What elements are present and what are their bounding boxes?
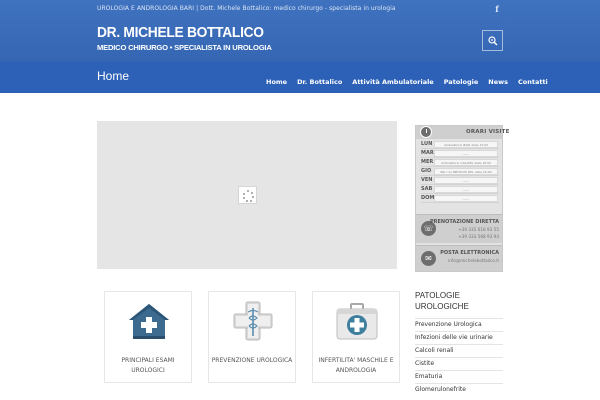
search-icon (488, 36, 498, 46)
sidebar-link[interactable]: Cistite (415, 357, 503, 370)
facebook-icon[interactable]: f (492, 3, 502, 15)
day-slot: ------ (434, 185, 498, 193)
feature-label: PRINCIPALI ESAMI UROLOGICI (121, 357, 175, 374)
image-slider[interactable] (97, 121, 397, 269)
visit-hours-widget: ORARI VISITE LUN Ambulatorio BARI dalle 1… (415, 125, 509, 272)
caduceus-cross-icon (233, 301, 273, 341)
menu-item-news[interactable]: News (488, 78, 508, 86)
email-address[interactable]: info@michelebottalico.it (448, 258, 499, 263)
hours-header: ORARI VISITE (416, 126, 509, 139)
house-medical-icon (129, 304, 169, 339)
phone-number[interactable]: +39 333 568 93 94 (458, 234, 499, 239)
day-slot: ------ (434, 176, 498, 184)
menu-item-dr-bottalico[interactable]: Dr. Bottalico (297, 78, 342, 86)
sidebar-title: PATOLOGIE UROLOGICHE (415, 291, 469, 311)
first-aid-kit-icon (336, 303, 378, 340)
page-title: Home (97, 69, 130, 83)
site-logo[interactable]: DR. MICHELE BOTTALICO MEDICO CHIRURGO • … (97, 25, 272, 57)
day-row: SAB ------ (421, 185, 499, 194)
day-label: SAB (421, 186, 433, 192)
day-label: VEN (421, 177, 433, 183)
day-label: DOM (421, 195, 435, 201)
feature-label: PREVENZIONE UROLOGICA (211, 357, 293, 364)
hours-title: ORARI VISITE (466, 129, 510, 135)
feature-label: INFERTILITA' MASCHILE E ANDROLOGIA (318, 357, 394, 374)
sidebar-link[interactable]: Ematuria (415, 370, 503, 383)
feature-box-infertilita[interactable]: INFERTILITA' MASCHILE E ANDROLOGIA (312, 291, 400, 383)
email-block[interactable]: ✉ POSTA ELETTRONICA info@michelebottalic… (416, 245, 502, 271)
day-label: MER (421, 159, 434, 165)
clock-icon (420, 126, 432, 138)
day-row: MAR ------ (421, 149, 499, 158)
envelope-icon: ✉ (421, 251, 436, 266)
header-tagline: UROLOGIA E ANDROLOGIA BARI | Dott. Miche… (97, 5, 396, 12)
loading-spinner-icon (238, 186, 257, 204)
main-menu: Home Dr. Bottalico Attività Ambulatorial… (266, 78, 558, 86)
sidebar-link[interactable]: Prevenzione Urologica (415, 318, 503, 331)
menu-item-home[interactable]: Home (266, 78, 287, 86)
sidebar-list: Prevenzione Urologica Infezioni delle vi… (415, 318, 503, 396)
day-slot: Ambulatorio BARI dalle 15:00 (434, 140, 498, 148)
feature-box-prevenzione[interactable]: PREVENZIONE UROLOGICA (208, 291, 296, 383)
day-label: LUN (421, 141, 433, 147)
phone-number[interactable]: +39 335 618 93 55 (458, 227, 499, 232)
day-slot: Bari c/o MEDICOS DEL dalle 16:00 (434, 167, 498, 175)
day-row: DOM ------ (421, 194, 499, 203)
sidebar-link[interactable]: Glomerulonefrite (415, 383, 503, 396)
day-slot: ------ (434, 194, 498, 202)
hours-days-list: LUN Ambulatorio BARI dalle 15:00 MAR -----… (421, 140, 499, 203)
day-label: MAR (421, 150, 434, 156)
day-row: GIO Bari c/o MEDICOS DEL dalle 16:00 (421, 167, 499, 176)
email-title: POSTA ELETTRONICA (440, 250, 499, 256)
day-slot: ------ (434, 149, 498, 157)
booking-title: PRENOTAZIONE DIRETTA (429, 219, 499, 225)
menu-item-contatti[interactable]: Contatti (518, 78, 548, 86)
sidebar-link[interactable]: Infezioni delle vie urinarie (415, 331, 503, 344)
day-row: LUN Ambulatorio BARI dalle 15:00 (421, 140, 499, 149)
logo-title: DR. MICHELE BOTTALICO (97, 25, 264, 41)
sidebar-link[interactable]: Calcoli renali (415, 344, 503, 357)
day-slot: Ambulatorio CASAMA dalle 16:00 (434, 158, 498, 166)
site-header: UROLOGIA E ANDROLOGIA BARI | Dott. Miche… (0, 0, 600, 62)
booking-block[interactable]: ☏ PRENOTAZIONE DIRETTA +39 335 618 93 55… (416, 214, 502, 243)
day-row: VEN ------ (421, 176, 499, 185)
menu-item-attivita-ambulatoriale[interactable]: Attività Ambulatoriale (352, 78, 433, 86)
day-label: GIO (421, 168, 432, 174)
search-button[interactable] (482, 30, 503, 51)
menu-item-patologie[interactable]: Patologie (444, 78, 479, 86)
day-row: MER Ambulatorio CASAMA dalle 16:00 (421, 158, 499, 167)
feature-box-esami[interactable]: PRINCIPALI ESAMI UROLOGICI (104, 291, 192, 383)
logo-subtitle: MEDICO CHIRURGO • SPECIALISTA IN UROLOGI… (97, 43, 272, 52)
